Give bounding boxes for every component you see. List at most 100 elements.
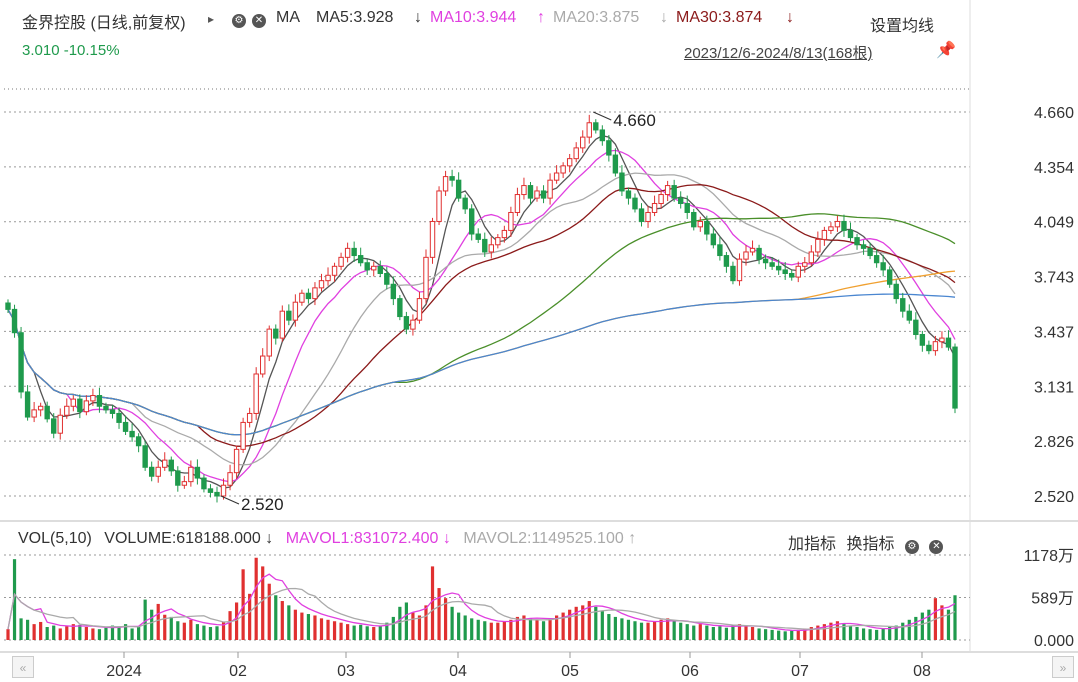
volume-bar xyxy=(97,629,102,640)
x-tick-label: 04 xyxy=(449,663,467,680)
candle-body xyxy=(469,208,475,235)
candle-body xyxy=(873,255,880,264)
candle-body xyxy=(148,466,155,477)
stock-chart[interactable]: 4.660 4.354 4.049 3.743 3.437 3.131 2.826 2.520… xyxy=(0,0,1078,682)
mavol10-line xyxy=(7,587,956,630)
volume-bar xyxy=(19,618,23,640)
y-tick-label: 3.131 xyxy=(1034,379,1074,396)
volume-bar xyxy=(254,557,258,640)
candle-body xyxy=(756,247,762,260)
candle-body xyxy=(736,258,743,282)
candle-body xyxy=(658,194,664,205)
candle-body xyxy=(233,448,240,474)
candle-body xyxy=(168,459,174,472)
volume-bar xyxy=(927,609,931,640)
y-tick-label: 4.049 xyxy=(1034,215,1074,232)
volume-bar xyxy=(156,603,160,640)
scroll-left-button[interactable]: « xyxy=(12,656,34,678)
candle-body xyxy=(860,244,867,249)
candle-body xyxy=(475,233,481,240)
volume-bar xyxy=(326,619,330,640)
candle-body xyxy=(573,147,579,160)
candle-body xyxy=(5,302,11,310)
candle-body xyxy=(769,262,775,267)
volume-bar xyxy=(541,621,546,640)
volume-bar xyxy=(646,622,650,640)
candle-body xyxy=(201,477,207,490)
x-tick-label: 08 xyxy=(913,663,931,680)
volume-bar xyxy=(306,614,311,640)
volume-bar xyxy=(548,618,552,640)
volume-bar xyxy=(875,629,879,640)
volume-bar xyxy=(117,626,121,640)
close-icon[interactable]: ✕ xyxy=(929,540,944,554)
candle-body xyxy=(377,265,383,274)
candle-body xyxy=(207,488,214,493)
candle-body xyxy=(403,316,410,330)
ma60-line xyxy=(7,213,956,436)
volume-bar xyxy=(744,625,748,640)
candle-body xyxy=(83,400,90,413)
ma5-line xyxy=(7,135,956,489)
vol-label[interactable]: VOL(5,10) xyxy=(18,530,92,547)
volume-bar xyxy=(6,629,10,640)
volume-bar xyxy=(848,625,853,640)
volume-bar xyxy=(626,619,631,640)
candle-body xyxy=(181,481,188,486)
volume-bar xyxy=(215,626,219,640)
candle-body xyxy=(893,283,899,300)
candle-body xyxy=(730,265,736,282)
volume-bar xyxy=(672,621,676,640)
candle-body xyxy=(279,310,286,339)
candle-body xyxy=(847,229,854,239)
volume-bar xyxy=(365,626,369,640)
gear-icon[interactable]: ⚙ xyxy=(904,540,919,554)
candle-body xyxy=(260,355,266,375)
scroll-right-button[interactable]: » xyxy=(1052,656,1074,678)
volume-bar xyxy=(607,614,611,640)
candle-body xyxy=(593,122,599,131)
volume-bar xyxy=(359,624,363,640)
candle-body xyxy=(775,265,782,271)
volume-bar xyxy=(195,624,199,640)
volume-bar xyxy=(287,605,291,640)
y-tick-label: 3.743 xyxy=(1034,270,1074,287)
volume-bar xyxy=(25,619,30,640)
volume-bar xyxy=(32,624,36,640)
candle-body xyxy=(886,269,893,285)
volume-bar xyxy=(659,619,663,640)
candle-body xyxy=(273,328,279,339)
candle-body xyxy=(664,185,671,196)
volume-bar xyxy=(901,622,905,640)
candle-body xyxy=(135,436,142,447)
y-tick-label: 4.354 xyxy=(1034,160,1074,177)
volume-ma-lines xyxy=(7,573,956,632)
candle-body xyxy=(553,172,560,181)
candle-body xyxy=(44,405,50,420)
volume-bar xyxy=(528,618,533,640)
candle-body xyxy=(364,262,370,271)
volume-bar xyxy=(300,612,304,640)
candle-body xyxy=(64,405,70,416)
volume-dir: ↓ xyxy=(265,530,274,547)
switch-indicator-button[interactable]: 换指标 xyxy=(846,536,894,553)
x-tick-label: 06 xyxy=(681,663,699,680)
volume-bar xyxy=(953,595,957,640)
candle-body xyxy=(103,405,109,411)
volume-bar xyxy=(424,605,428,640)
ma10-line xyxy=(7,149,956,483)
candle-body xyxy=(214,491,220,497)
candle-body xyxy=(129,430,135,438)
volume-bar xyxy=(698,624,702,640)
candle-body xyxy=(625,190,632,199)
candle-body xyxy=(743,251,749,260)
add-indicator-button[interactable]: 加指标 xyxy=(788,536,836,553)
volume-bar xyxy=(633,621,637,640)
volume-bar xyxy=(483,621,487,640)
volume-bar xyxy=(176,621,180,640)
candle-body xyxy=(312,287,318,300)
candle-body xyxy=(540,190,547,199)
volume-bar xyxy=(783,631,787,640)
candle-body xyxy=(586,122,592,138)
candle-body xyxy=(834,220,841,228)
